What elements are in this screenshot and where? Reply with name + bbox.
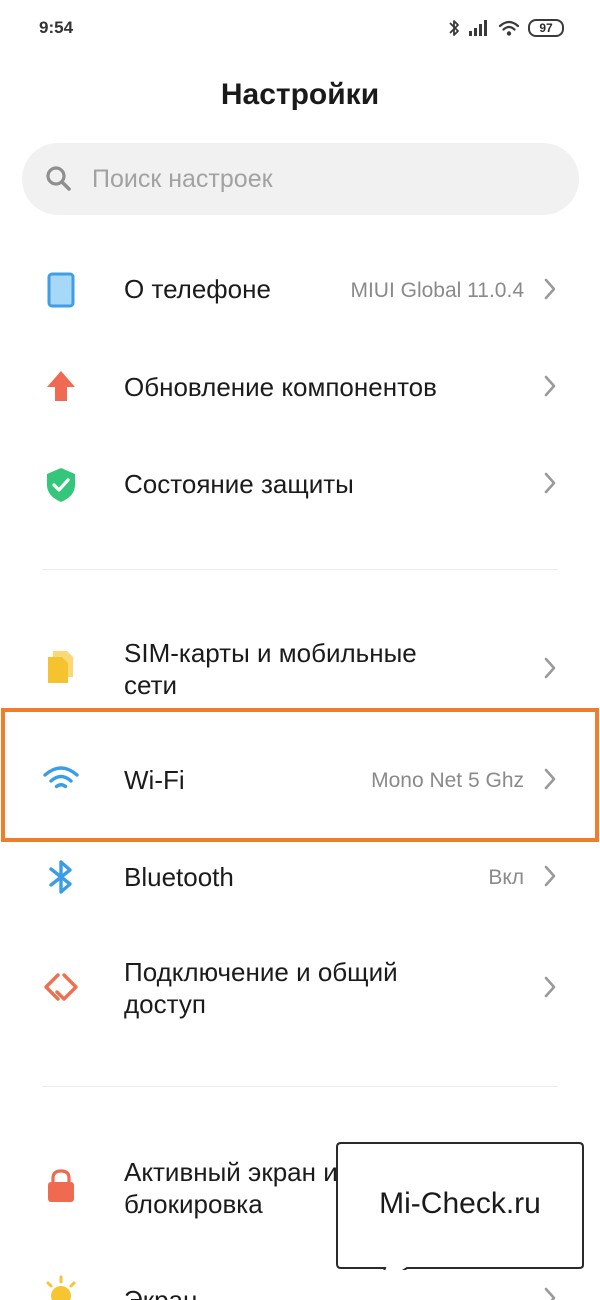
signal-icon [469,20,487,36]
chevron-right-icon [544,278,556,300]
settings-item-label: Bluetooth [124,862,234,892]
settings-item-label: Обновление компонентов [124,372,437,402]
search-bar[interactable] [22,143,579,215]
watermark-text: Mi-Check.ru [379,1187,541,1220]
settings-item-label: Экран [124,1285,198,1300]
search-input[interactable] [92,164,512,194]
status-icons: 97 [448,17,564,39]
search-icon [46,166,71,191]
settings-item-bluetooth[interactable]: Bluetooth Вкл [0,842,600,926]
chevron-right-icon [544,1287,556,1300]
wifi-status-icon [498,20,520,36]
settings-item-value: Вкл [488,866,524,889]
chevron-right-icon [544,657,556,679]
settings-item-about-phone[interactable]: О телефоне MIUI Global 11.0.4 [0,240,600,338]
section-divider [42,569,558,570]
battery-icon: 97 [528,19,564,37]
settings-item-value: MIUI Global 11.0.4 [350,279,524,302]
settings-item-label: SIM-карты и мобильные сети [124,638,417,700]
settings-item-display[interactable]: Экран [0,1270,600,1300]
settings-item-label: Активный экран и блокировка [124,1157,338,1219]
page-title: Настройки [220,78,380,111]
sun-icon [46,1275,76,1300]
settings-item-security-status[interactable]: Состояние защиты [0,436,600,534]
settings-item-connection-sharing[interactable]: Подключение и общий доступ [0,926,600,1048]
status-time: 9:54 [39,18,74,37]
bluetooth-icon [449,20,459,36]
bluetooth-icon [49,860,72,894]
share-connection-icon [44,973,78,1001]
chevron-right-icon [544,865,556,887]
settings-item-component-update[interactable]: Обновление компонентов [0,338,600,436]
section-divider [42,1086,558,1087]
sim-cards-icon [48,651,73,683]
settings-item-label: Подключение и общий доступ [124,957,398,1019]
chevron-right-icon [544,472,556,494]
lock-icon [48,1169,74,1202]
phone-icon [47,272,75,308]
chevron-right-icon [544,976,556,998]
shield-check-icon [47,468,75,502]
chevron-right-icon [544,375,556,397]
settings-item-label: О телефоне [124,274,271,304]
settings-item-label: Состояние защиты [124,469,354,499]
status-bar: 9:54 97 [0,0,600,58]
update-arrow-icon [47,371,75,401]
settings-item-sim-cards[interactable]: SIM-карты и мобильные сети [0,620,600,712]
highlight-frame [1,708,599,842]
